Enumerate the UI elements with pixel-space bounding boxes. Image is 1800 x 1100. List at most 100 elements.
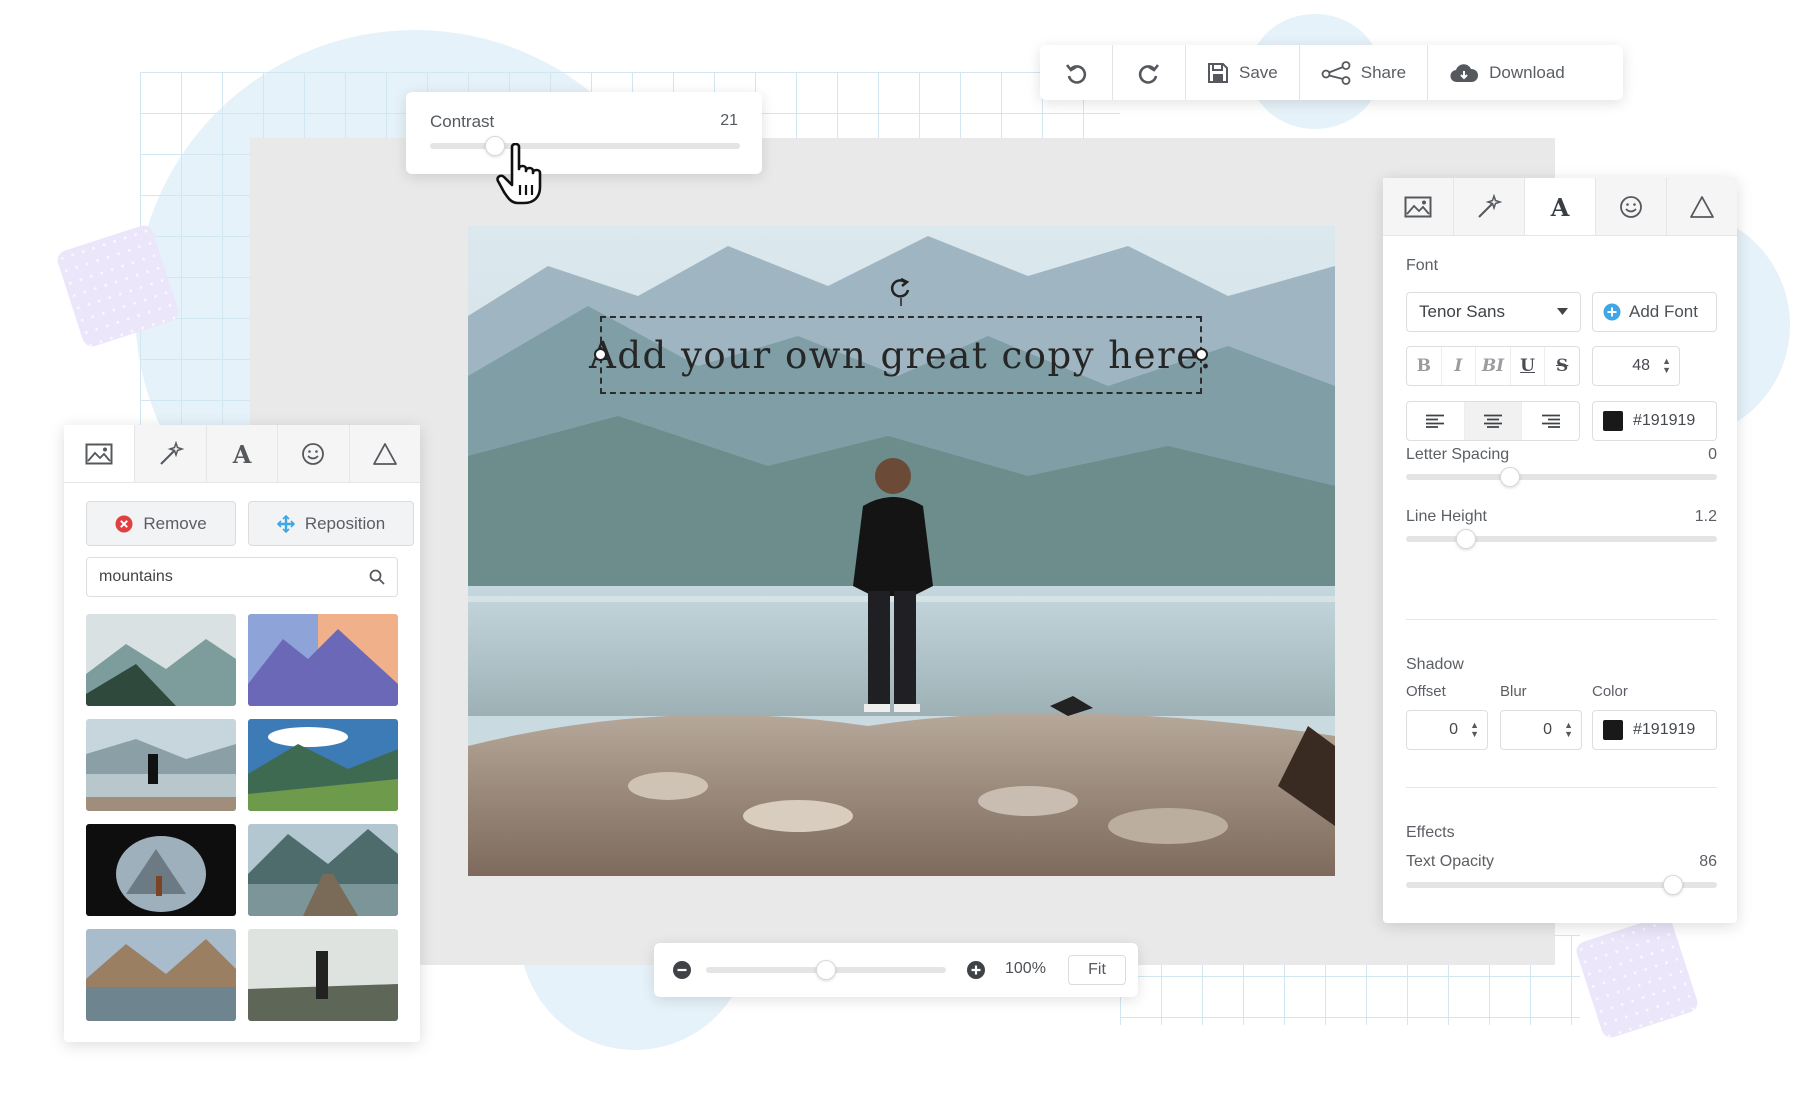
- save-icon: [1208, 62, 1228, 83]
- shape-icon: [372, 442, 397, 465]
- bold-button[interactable]: B: [1407, 347, 1442, 385]
- image-result[interactable]: [248, 929, 398, 1021]
- contrast-popover: Contrast 21: [406, 92, 762, 174]
- download-label: Download: [1489, 62, 1565, 82]
- align-left-icon: [1426, 414, 1445, 428]
- svg-text:A: A: [1550, 195, 1570, 219]
- shadow-color-picker[interactable]: #191919: [1592, 710, 1717, 750]
- text-color-value: #191919: [1633, 412, 1696, 429]
- add-font-button[interactable]: Add Font: [1592, 292, 1717, 332]
- contrast-value: 21: [720, 112, 738, 129]
- image-results-grid: [86, 614, 398, 1021]
- image-result[interactable]: [248, 719, 398, 811]
- fit-button[interactable]: Fit: [1068, 955, 1126, 985]
- save-label: Save: [1239, 62, 1278, 82]
- image-panel-tabs: A: [64, 425, 421, 483]
- image-result[interactable]: [86, 614, 236, 706]
- redo-button[interactable]: [1113, 45, 1186, 100]
- font-dropdown[interactable]: Tenor Sans: [1406, 292, 1581, 332]
- strikethrough-button[interactable]: S: [1545, 347, 1579, 385]
- zoom-slider-thumb[interactable]: [816, 960, 836, 980]
- decorative-tile-right: [1573, 913, 1701, 1041]
- italic-button[interactable]: I: [1442, 347, 1477, 385]
- reposition-button[interactable]: Reposition: [248, 501, 414, 546]
- tab-shapes[interactable]: [349, 425, 421, 482]
- text-opacity-slider-thumb[interactable]: [1663, 875, 1684, 895]
- move-icon: [276, 514, 295, 533]
- align-right-button[interactable]: [1522, 402, 1579, 440]
- contrast-slider-track[interactable]: [430, 143, 740, 149]
- svg-text:A: A: [232, 442, 252, 466]
- font-size-stepper[interactable]: 48 ▲ ▼: [1592, 346, 1680, 386]
- zoom-in-icon[interactable]: [966, 960, 986, 980]
- image-result[interactable]: [86, 824, 236, 916]
- tab-text[interactable]: A: [1525, 178, 1596, 235]
- zoom-out-icon[interactable]: [672, 960, 692, 980]
- tab-image[interactable]: [64, 425, 136, 482]
- reposition-label: Reposition: [304, 513, 386, 533]
- font-size-value: 48: [1632, 357, 1651, 374]
- letter-spacing-slider-thumb[interactable]: [1500, 467, 1520, 487]
- letter-spacing-label: Letter Spacing: [1406, 446, 1510, 463]
- stepper-arrows[interactable]: ▲ ▼: [1470, 721, 1479, 739]
- image-result[interactable]: [86, 929, 236, 1021]
- canvas-text[interactable]: Add your own great copy here.: [589, 334, 1213, 377]
- image-result[interactable]: [248, 824, 398, 916]
- image-actions: Remove Reposition: [86, 501, 414, 546]
- line-height-slider-thumb[interactable]: [1456, 529, 1476, 549]
- stepper-arrows[interactable]: ▲ ▼: [1564, 721, 1573, 739]
- letter-spacing-slider-track[interactable]: [1406, 474, 1717, 480]
- text-opacity-value: 86: [1699, 853, 1717, 870]
- text-opacity-label: Text Opacity: [1406, 853, 1495, 870]
- font-value: Tenor Sans: [1419, 302, 1505, 321]
- remove-icon: [115, 515, 133, 532]
- shadow-blur-label: Blur: [1500, 683, 1527, 700]
- text-style-group: B I BI U S: [1406, 346, 1580, 386]
- stepper-arrows[interactable]: ▲ ▼: [1662, 357, 1671, 375]
- image-search: [86, 557, 398, 597]
- tab-shapes[interactable]: [1667, 178, 1737, 235]
- resize-handle-left[interactable]: [594, 348, 607, 361]
- resize-handle-right[interactable]: [1195, 348, 1208, 361]
- tab-effects[interactable]: [135, 425, 207, 482]
- add-font-label: Add Font: [1629, 302, 1698, 321]
- text-align-group: [1406, 401, 1580, 441]
- align-center-icon: [1484, 414, 1502, 428]
- hand-cursor-icon: [496, 143, 542, 205]
- search-icon[interactable]: [369, 569, 385, 585]
- shadow-color-label: Color: [1592, 683, 1628, 700]
- tab-text[interactable]: A: [206, 425, 279, 482]
- shadow-color-value: #191919: [1633, 721, 1696, 738]
- align-center-button[interactable]: [1464, 402, 1523, 440]
- tab-effects[interactable]: [1454, 178, 1525, 235]
- image-icon: [85, 443, 113, 464]
- underline-button[interactable]: U: [1511, 347, 1546, 385]
- image-result[interactable]: [248, 614, 398, 706]
- text-color-picker[interactable]: #191919: [1592, 401, 1717, 441]
- search-input[interactable]: [99, 568, 339, 586]
- text-icon: A: [1550, 195, 1570, 219]
- download-button[interactable]: Download: [1428, 45, 1586, 100]
- line-height-value: 1.2: [1694, 508, 1717, 525]
- tab-stickers[interactable]: [1596, 178, 1667, 235]
- bold-italic-button[interactable]: BI: [1476, 347, 1511, 385]
- undo-button[interactable]: [1040, 45, 1113, 100]
- cloud-download-icon: [1450, 63, 1479, 82]
- remove-label: Remove: [143, 513, 207, 533]
- image-result[interactable]: [86, 719, 236, 811]
- line-height-slider-track[interactable]: [1406, 536, 1717, 542]
- magic-wand-icon: [159, 440, 184, 465]
- share-button[interactable]: Share: [1300, 45, 1429, 100]
- tab-image[interactable]: [1383, 178, 1454, 235]
- align-right-icon: [1541, 414, 1560, 428]
- rotate-icon[interactable]: [889, 276, 913, 306]
- shadow-offset-stepper[interactable]: 0 ▲ ▼: [1406, 710, 1488, 750]
- text-panel: A Font Tenor Sans Add Font B I BI U S 48…: [1383, 178, 1737, 923]
- tab-stickers[interactable]: [278, 425, 350, 482]
- line-height-label: Line Height: [1406, 508, 1487, 525]
- shadow-blur-stepper[interactable]: 0 ▲ ▼: [1500, 710, 1582, 750]
- align-left-button[interactable]: [1407, 402, 1465, 440]
- save-button[interactable]: Save: [1186, 45, 1300, 100]
- remove-button[interactable]: Remove: [86, 501, 236, 546]
- text-selection-box[interactable]: Add your own great copy here.: [589, 316, 1211, 394]
